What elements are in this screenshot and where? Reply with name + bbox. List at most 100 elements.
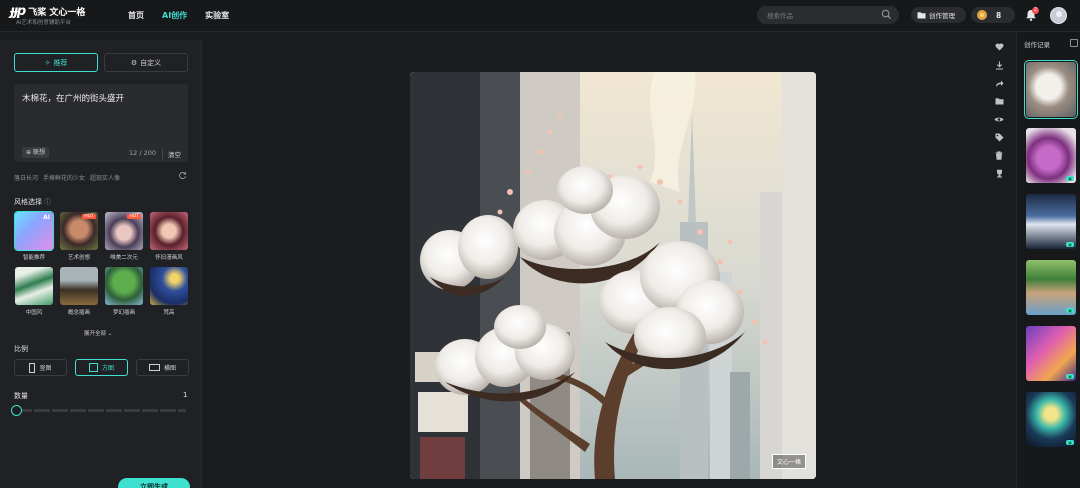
style-item[interactable]: 梦幻插画: [104, 267, 144, 316]
square-icon: [88, 363, 98, 372]
prompt-textarea[interactable]: 木棉花，在广州的街头盛开 ⊕ 联想 12 / 200 清空: [14, 84, 188, 162]
tab-custom[interactable]: ⚙ 自定义: [104, 53, 188, 72]
grid-view-icon[interactable]: [1070, 39, 1078, 47]
coin-count: 8: [996, 10, 1002, 20]
history-item[interactable]: ▣: [1026, 326, 1076, 381]
expand-all-button[interactable]: 展开全部 ⌄: [84, 329, 112, 337]
ratio-landscape-label: 横图: [163, 365, 176, 372]
style-item[interactable]: 概念插画: [59, 267, 99, 316]
prompt-text: 木棉花，在广州的街头盛开: [22, 94, 125, 104]
settings-icon: ⚙: [130, 58, 138, 67]
ratio-options: 竖图 方图 横图: [14, 359, 189, 376]
style-section-title: 风格选择 ⓘ: [14, 197, 51, 207]
ratio-square[interactable]: 方图: [75, 359, 128, 376]
count-slider-track[interactable]: [16, 409, 186, 412]
style-thumb: [60, 267, 98, 305]
style-label: 艺术创想: [67, 255, 90, 261]
style-item[interactable]: AI 智能推荐: [14, 211, 54, 261]
top-header: ɟɟp 飞桨 文心一格 AI艺术和创意辅助平台 首页 AI创作 实验室 搜索作品…: [0, 0, 1080, 32]
download-button[interactable]: [993, 59, 1005, 71]
char-counter: 12 / 200: [129, 149, 156, 157]
style-item[interactable]: 怀旧漫画风: [149, 212, 189, 261]
refresh-icon[interactable]: [178, 171, 187, 180]
nav-lab[interactable]: 实验室: [205, 10, 229, 21]
style-label: 唯美二次元: [110, 255, 138, 261]
clear-button[interactable]: 清空: [162, 149, 181, 159]
hot-badge: HOT: [82, 214, 96, 219]
search-placeholder: 搜索作品: [767, 12, 793, 20]
style-label: 中国风: [25, 310, 43, 316]
nav-ai-create[interactable]: AI创作: [162, 10, 187, 21]
style-item[interactable]: HOT 唯美二次元: [104, 212, 144, 261]
trophy-icon: [996, 169, 1002, 177]
style-label: 智能推荐: [22, 255, 45, 261]
history-list: ▣ ▣ ▣ ▣ ▣: [1024, 60, 1078, 447]
coin-icon: [977, 10, 987, 20]
trash-icon: [995, 150, 1003, 160]
search-input[interactable]: 搜索作品: [757, 6, 899, 24]
generate-button[interactable]: 立即生成: [118, 478, 190, 488]
eye-icon: [994, 117, 1004, 121]
portrait-icon: [29, 362, 36, 373]
tag-button[interactable]: [993, 131, 1005, 143]
style-item[interactable]: 梵高: [149, 267, 189, 316]
ratio-square-label: 方图: [101, 365, 114, 372]
style-item[interactable]: HOT 艺术创想: [59, 212, 99, 261]
tab-recommend[interactable]: ✧ 推荐: [14, 53, 98, 72]
ai-icon: AI: [43, 214, 50, 221]
delete-button[interactable]: [993, 149, 1005, 161]
suggestion-item[interactable]: 落日长河: [14, 173, 38, 182]
ratio-portrait-label: 竖图: [39, 365, 52, 372]
info-icon[interactable]: ⓘ: [44, 198, 51, 206]
style-thumb: HOT: [105, 212, 143, 250]
landscape-icon: [148, 364, 160, 371]
share-button[interactable]: [993, 77, 1005, 89]
watermark: 文心一格: [771, 454, 806, 469]
notification-badge: 2: [1032, 7, 1039, 14]
image-count-icon: ▣: [1066, 374, 1074, 379]
suggestion-item[interactable]: 手捧鲜花的少女: [43, 173, 85, 182]
main-nav: 首页 AI创作 实验室: [128, 10, 229, 21]
history-item[interactable]: ▣: [1026, 392, 1076, 447]
image-count-icon: ▣: [1066, 440, 1074, 445]
download-icon: [995, 61, 1003, 70]
save-to-folder-button[interactable]: [993, 95, 1005, 107]
assoc-button[interactable]: ⊕ 联想: [22, 147, 49, 158]
style-thumb: [150, 212, 188, 250]
generated-image[interactable]: 文心一格: [410, 72, 816, 479]
avatar[interactable]: [1050, 7, 1067, 24]
style-title-text: 风格选择: [14, 198, 42, 206]
history-item[interactable]: ▣: [1026, 128, 1076, 183]
style-label: 梵高: [163, 310, 175, 316]
creation-manage-button[interactable]: 创作管理: [911, 7, 966, 23]
logo-mark: ɟɟp: [10, 4, 26, 19]
prompt-suggestions: 落日长河 手捧鲜花的少女 超现实人像: [14, 173, 120, 182]
creation-manage-label: 创作管理: [929, 12, 955, 20]
count-slider-handle[interactable]: [11, 405, 22, 416]
ratio-portrait[interactable]: 竖图: [14, 359, 67, 376]
folder-icon: [995, 98, 1003, 105]
style-thumb: HOT: [60, 212, 98, 250]
view-button[interactable]: [993, 113, 1005, 125]
nav-home[interactable]: 首页: [128, 10, 144, 21]
folder-icon: [917, 12, 926, 19]
style-item[interactable]: 中国风: [14, 267, 54, 316]
history-title: 创作记录: [1024, 41, 1050, 49]
trophy-button[interactable]: [993, 167, 1005, 179]
history-item[interactable]: ▣: [1026, 194, 1076, 249]
favorite-button[interactable]: [993, 41, 1005, 53]
mode-tabs: ✧ 推荐 ⚙ 自定义: [14, 53, 188, 72]
ratio-landscape[interactable]: 横图: [136, 359, 189, 376]
logo[interactable]: ɟɟp 飞桨 文心一格: [10, 4, 85, 19]
history-item[interactable]: ▣: [1026, 260, 1076, 315]
left-panel: ✧ 推荐 ⚙ 自定义 木棉花，在广州的街头盛开 ⊕ 联想 12 / 200 清空…: [0, 40, 202, 488]
suggestion-item[interactable]: 超现实人像: [90, 173, 120, 182]
search-icon[interactable]: [881, 9, 892, 20]
tab-custom-label: 自定义: [140, 58, 162, 67]
coin-balance[interactable]: 8: [971, 7, 1015, 23]
history-panel: 创作记录 ▣ ▣ ▣ ▣ ▣: [1016, 32, 1080, 488]
count-title: 数量: [14, 392, 28, 400]
image-count-icon: ▣: [1066, 242, 1074, 247]
history-item[interactable]: [1024, 60, 1078, 119]
hot-badge: HOT: [127, 214, 141, 219]
